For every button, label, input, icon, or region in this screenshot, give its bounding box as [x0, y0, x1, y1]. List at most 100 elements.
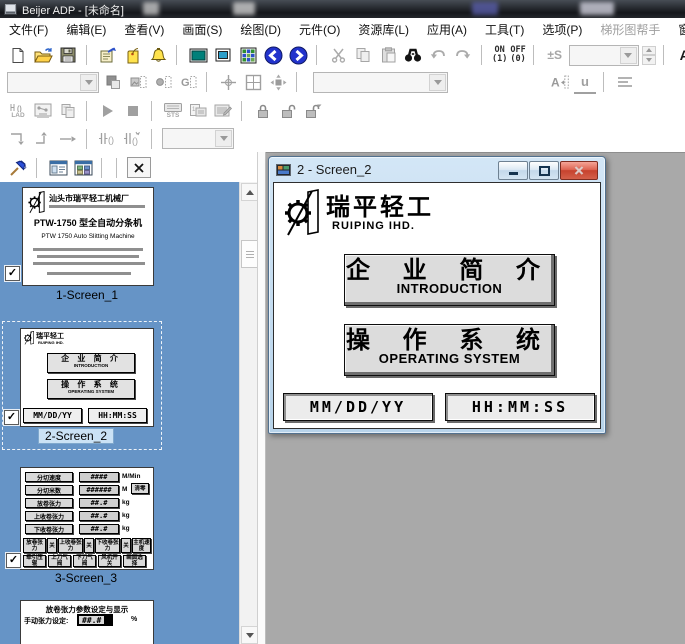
introduction-button[interactable]: 企 业 简 介 INTRODUCTION [344, 254, 555, 306]
screen2-canvas[interactable]: 瑞平轻工 RUIPING IHD. 企 业 简 介 INTRODUCTION 操… [273, 182, 601, 429]
pin-icon[interactable] [7, 157, 29, 179]
text-line-placeholder [33, 248, 143, 251]
lad-icon: ()LAD [7, 100, 29, 122]
minimize-button[interactable] [498, 161, 528, 180]
titlebar: Beijer ADP - [未命名] [0, 0, 685, 18]
screen2-label[interactable]: 2-Screen_2 [38, 428, 114, 444]
font-button[interactable]: A [674, 44, 685, 66]
separator [296, 72, 300, 92]
screen-copy-icon: 1 [187, 100, 209, 122]
screen-thumbnail-4[interactable]: 放卷张力参数设定与显示 手动张力设定: ##.# % [20, 600, 154, 644]
thumb3-clear-button: 清零 [131, 483, 149, 494]
checkbox-checked-icon: ✓ [7, 412, 16, 423]
open-folder-icon[interactable] [32, 44, 54, 66]
panel-splitter[interactable] [257, 152, 266, 644]
menu-item-application[interactable]: 应用(A) [418, 18, 476, 41]
screen-thumbnail-3[interactable]: 分切速度####M/Min 分切米数######M 清零 放卷张力##.#kg … [20, 467, 154, 570]
restore-button[interactable] [529, 161, 559, 180]
screen2-window-titlebar[interactable]: 2 - Screen_2 [269, 157, 605, 182]
close-button[interactable] [560, 161, 598, 180]
thumb3-mid-button: 上收卷张力 [58, 538, 83, 553]
chevron-down-icon [215, 130, 232, 147]
separator [86, 101, 90, 121]
find-icon[interactable] [402, 44, 424, 66]
off-button[interactable]: OFF(0) [510, 44, 525, 66]
restore-icon [539, 166, 550, 176]
thumb3-bottom-button: 上刀气阀 [48, 555, 71, 567]
object-front-icon [102, 71, 124, 93]
screen2-window[interactable]: 2 - Screen_2 瑞平轻工 RUIPING IHD. 企 业 简 介 I… [268, 156, 606, 434]
screen-thumbnail-1[interactable]: 汕头市瑞平轻工机械厂 PTW-1750 型全自动分条机 PTW 1750 Aut… [22, 187, 154, 286]
svg-text:(): () [108, 135, 114, 145]
thumb1-model-en: PTW 1750 Auto Slitting Machine [23, 233, 153, 240]
svg-text:A: A [551, 76, 560, 90]
picture-object-icon [127, 71, 149, 93]
separator [101, 158, 105, 178]
thumbnail-view-icon[interactable] [72, 157, 94, 179]
new-document-icon[interactable] [7, 44, 29, 66]
state-combo [569, 45, 639, 66]
prev-screen-icon[interactable] [262, 44, 284, 66]
gear-logo-icon [27, 191, 46, 214]
thumb3-row-label: 上收卷张力 [25, 511, 73, 521]
menu-item-edit[interactable]: 编辑(E) [57, 18, 115, 41]
menu-item-draw[interactable]: 绘图(D) [231, 18, 290, 41]
menu-item-view[interactable]: 查看(V) [115, 18, 173, 41]
thumb4-unit: % [131, 616, 137, 623]
set-value-button: ±S [544, 44, 566, 66]
spinner-up-icon [642, 46, 656, 56]
menu-item-tools[interactable]: 工具(T) [476, 18, 533, 41]
menu-item-window[interactable]: 窗口(W) [669, 18, 685, 41]
company-logo-text: 瑞平轻工 [326, 187, 434, 222]
document-export-icon[interactable] [97, 44, 119, 66]
thumb2-intro-button: 企 业 简 介INTRODUCTION [47, 353, 135, 373]
window-title: Beijer ADP - [未命名] [22, 2, 124, 18]
on-button[interactable]: ON(1) [492, 44, 507, 66]
copy-icon [352, 44, 374, 66]
close-panel-button[interactable] [127, 157, 151, 178]
separator [533, 45, 537, 65]
time-field[interactable]: HH:MM:SS [445, 393, 595, 421]
svg-text:(): () [132, 136, 138, 146]
panel-scrollbar[interactable] [239, 182, 257, 644]
mdi-workspace: 2 - Screen_2 瑞平轻工 RUIPING IHD. 企 业 简 介 I… [266, 152, 685, 644]
next-screen-icon[interactable] [287, 44, 309, 66]
scroll-down-icon[interactable] [241, 626, 257, 644]
menu-item-options[interactable]: 选项(P) [533, 18, 591, 41]
scrollbar-thumb[interactable] [241, 240, 257, 268]
run-icon [97, 100, 119, 122]
screen1-checkbox[interactable]: ✓ [5, 266, 20, 281]
checkbox-checked-icon: ✓ [8, 268, 17, 279]
macro-flow-icon [32, 100, 54, 122]
alarm-bell-icon[interactable] [147, 44, 169, 66]
screen-preview-icon[interactable] [212, 44, 234, 66]
thumb3-mid-button: 关 [121, 538, 131, 553]
screen3-checkbox[interactable]: ✓ [6, 553, 21, 568]
save-icon[interactable] [57, 44, 79, 66]
redo-icon [452, 44, 474, 66]
screen1-label[interactable]: 1-Screen_1 [22, 288, 152, 302]
separator [176, 45, 180, 65]
state-spinner [642, 46, 656, 65]
chevron-down-icon [80, 74, 97, 91]
date-field[interactable]: MM/DD/YY [283, 393, 433, 421]
screen-view-icon[interactable] [187, 44, 209, 66]
screen3-label[interactable]: 3-Screen_3 [20, 571, 152, 585]
detail-view-icon[interactable] [47, 157, 69, 179]
tag-icon[interactable] [122, 44, 144, 66]
thumb3-mid-button: 放卷张力 [23, 538, 46, 553]
thumb3-row-unit: kg [122, 499, 130, 506]
scroll-up-icon[interactable] [241, 183, 257, 201]
menu-item-object[interactable]: 元件(O) [290, 18, 349, 41]
menu-item-file[interactable]: 文件(F) [0, 18, 57, 41]
operating-system-button[interactable]: 操 作 系 统 OPERATING SYSTEM [344, 324, 555, 376]
route-down-icon [7, 128, 29, 150]
spinner-down-icon [642, 55, 656, 65]
menu-item-screen[interactable]: 画面(S) [173, 18, 231, 41]
screen-thumbnail-2[interactable]: 瑞平轻工 RUIPING IHD. 企 业 简 介INTRODUCTION 操 … [20, 328, 154, 427]
screen2-checkbox[interactable]: ✓ [4, 410, 19, 425]
tile-screens-icon[interactable] [237, 44, 259, 66]
align-text-icon [614, 71, 636, 93]
menu-item-library[interactable]: 资源库(L) [349, 18, 418, 41]
thumb3-row-value: ##.# [79, 498, 119, 508]
